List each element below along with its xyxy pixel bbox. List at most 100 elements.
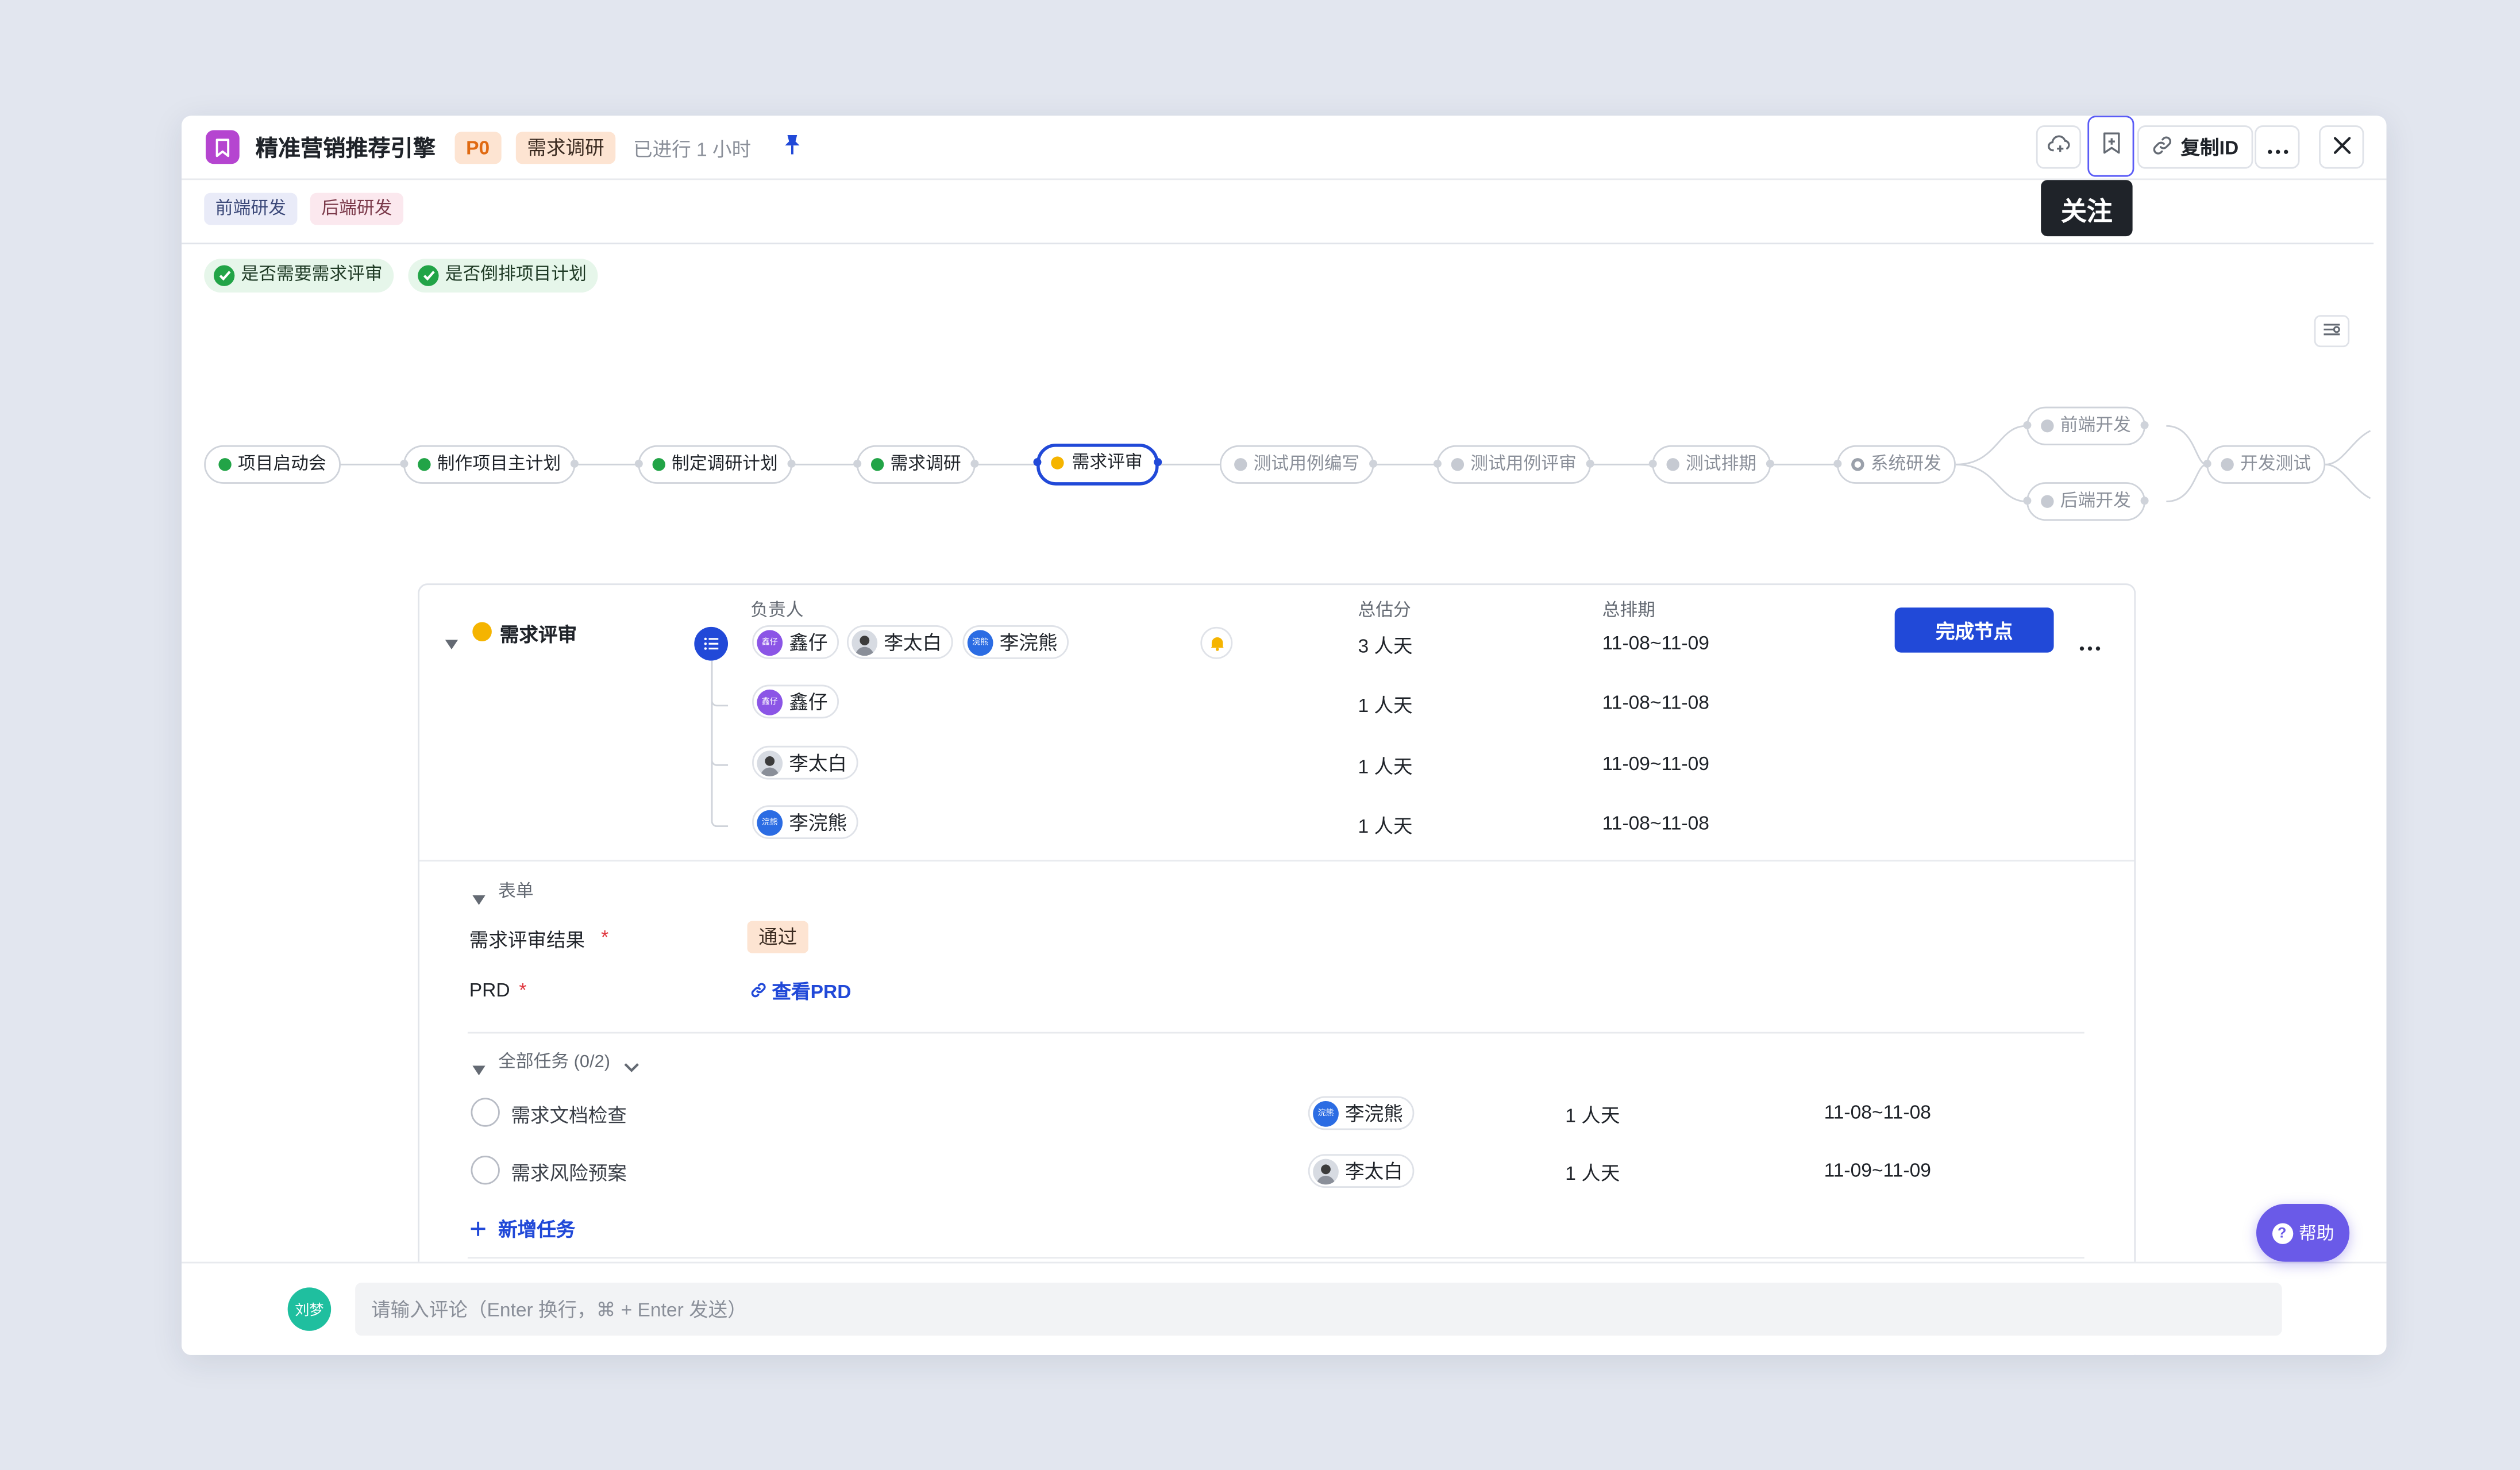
workflow-node-review[interactable]: 需求评审: [1033, 443, 1162, 486]
workflow-node-frontend[interactable]: 前端开发: [2023, 406, 2149, 445]
task-checkbox[interactable]: [471, 1098, 500, 1127]
node-name: 需求评审: [499, 624, 577, 647]
review-result-value[interactable]: 通过: [747, 921, 808, 953]
owner-chip[interactable]: 浣熊 李浣熊: [962, 625, 1069, 659]
workflow-node-research[interactable]: 需求调研: [853, 445, 979, 484]
owner-chip[interactable]: 鑫仔 鑫仔: [752, 625, 839, 659]
row-schedule: 11-09~11-09: [1602, 752, 1709, 775]
settings-icon: [2322, 317, 2342, 345]
settings-button[interactable]: [2314, 315, 2350, 348]
task-owner-chip[interactable]: 李太白: [1308, 1154, 1415, 1188]
avatar: 鑫仔: [757, 629, 783, 655]
owner-name: 李浣熊: [789, 811, 847, 834]
bookmark-app-icon: [206, 130, 240, 164]
workflow-node-test-case-write[interactable]: 测试用例编写: [1219, 445, 1378, 484]
connector-cap: [1433, 459, 1442, 468]
check-label: 是否需要需求评审: [241, 265, 383, 285]
check-badge-plan[interactable]: 是否倒排项目计划: [408, 259, 598, 293]
owner-chip[interactable]: 李太白: [847, 625, 953, 659]
check-badge-review[interactable]: 是否需要需求评审: [204, 259, 394, 293]
connector-cap: [1766, 459, 1774, 468]
comment-input[interactable]: [355, 1283, 2282, 1336]
copy-id-label: 复制ID: [2180, 136, 2239, 159]
workflow-node-research-plan[interactable]: 制定调研计划: [634, 445, 796, 484]
task-detail-panel: 精准营销推荐引擎 P0 需求调研 已进行 1 小时 复制ID 关注 前端研发 后…: [182, 116, 2387, 1355]
subtask-list-icon[interactable]: [694, 626, 729, 661]
owner-name: 鑫仔: [789, 691, 828, 714]
status-dot: [2221, 458, 2234, 471]
node-label: 测试排期: [1686, 455, 1757, 475]
stage-badge[interactable]: 需求调研: [515, 132, 616, 164]
help-label: 帮助: [2299, 1225, 2334, 1244]
task-estimate: 1 人天: [1565, 1162, 1620, 1185]
owner-chip[interactable]: 浣熊 李浣熊: [752, 805, 858, 840]
chevron-down-icon[interactable]: [623, 1053, 639, 1082]
status-dot: [652, 458, 665, 471]
workflow-node-test-schedule[interactable]: 测试排期: [1648, 445, 1774, 484]
workflow-node-development[interactable]: 系统研发: [1833, 445, 1956, 484]
workflow-node-dev-test[interactable]: 开发测试: [2203, 445, 2326, 484]
view-prd-link[interactable]: 查看PRD: [750, 978, 851, 1005]
collapse-caret-icon[interactable]: [472, 884, 485, 913]
connector-cap: [853, 459, 862, 468]
workflow-node-kickoff[interactable]: 项目启动会: [204, 445, 341, 484]
connector-cap: [2203, 459, 2211, 468]
comment-bar: 刘梦: [182, 1261, 2387, 1355]
connector-cap: [1033, 458, 1042, 467]
workflow-node-master-plan[interactable]: 制作项目主计划: [400, 445, 579, 484]
owner-name: 鑫仔: [789, 632, 828, 655]
owner-name: 李浣熊: [999, 632, 1058, 655]
avatar: [757, 749, 783, 776]
status-dot: [1234, 458, 1247, 471]
header-bar: 精准营销推荐引擎 P0 需求调研 已进行 1 小时 复制ID: [182, 116, 2387, 180]
node-label: 项目启动会: [237, 455, 326, 475]
collapse-caret-icon[interactable]: [472, 1055, 485, 1083]
owner-chip[interactable]: 鑫仔 鑫仔: [752, 684, 839, 719]
status-dot: [1051, 456, 1064, 470]
check-icon: [214, 265, 235, 286]
complete-node-button[interactable]: 完成节点: [1894, 607, 2054, 653]
node-label: 需求调研: [890, 455, 961, 475]
more-icon[interactable]: [2079, 630, 2101, 659]
workflow-node-backend[interactable]: 后端开发: [2023, 482, 2149, 521]
avatar: 浣熊: [967, 629, 993, 655]
avatar: 浣熊: [1313, 1100, 1339, 1126]
close-button[interactable]: [2319, 125, 2364, 169]
tree-connector: [711, 660, 729, 828]
required-mark: *: [601, 926, 609, 949]
follow-button[interactable]: [2087, 116, 2134, 177]
more-actions-button[interactable]: [2255, 125, 2300, 169]
avatar[interactable]: 刘梦: [287, 1287, 332, 1331]
link-icon: [750, 980, 766, 1003]
bell-icon[interactable]: [1200, 626, 1233, 659]
status-dot: [1451, 458, 1465, 471]
connector-cap: [1586, 459, 1594, 468]
row-estimate: 1 人天: [1358, 815, 1413, 838]
connector-cap: [2140, 497, 2149, 505]
owner-chip[interactable]: 李太白: [752, 745, 858, 780]
task-owner-chip[interactable]: 浣熊 李浣熊: [1308, 1096, 1415, 1130]
priority-badge[interactable]: P0: [454, 132, 501, 164]
total-estimate: 3 人天: [1358, 634, 1413, 657]
add-task-button[interactable]: 新增任务: [471, 1215, 575, 1243]
copy-id-button[interactable]: 复制ID: [2137, 125, 2253, 169]
connector-cap: [2023, 497, 2032, 505]
task-checkbox[interactable]: [471, 1156, 500, 1185]
tag-backend[interactable]: 后端研发: [310, 193, 404, 225]
divider: [419, 860, 2134, 862]
pin-icon[interactable]: [783, 133, 802, 164]
divider: [182, 243, 2374, 245]
tag-frontend[interactable]: 前端研发: [204, 193, 298, 225]
cloud-sync-icon: [2047, 133, 2071, 161]
collapse-caret-icon[interactable]: [445, 629, 458, 657]
workflow-node-test-case-review[interactable]: 测试用例评审: [1433, 445, 1594, 484]
subscribe-button[interactable]: [2036, 125, 2082, 169]
connector-cap: [1154, 458, 1162, 467]
help-button[interactable]: ? 帮助: [2256, 1203, 2350, 1262]
check-label: 是否倒排项目计划: [445, 265, 587, 285]
required-mark: *: [519, 979, 527, 1002]
connector-cap: [634, 459, 643, 468]
connector-cap: [970, 459, 979, 468]
schedule-column-header: 总排期: [1602, 601, 1655, 621]
node-label: 需求评审: [1072, 453, 1143, 473]
